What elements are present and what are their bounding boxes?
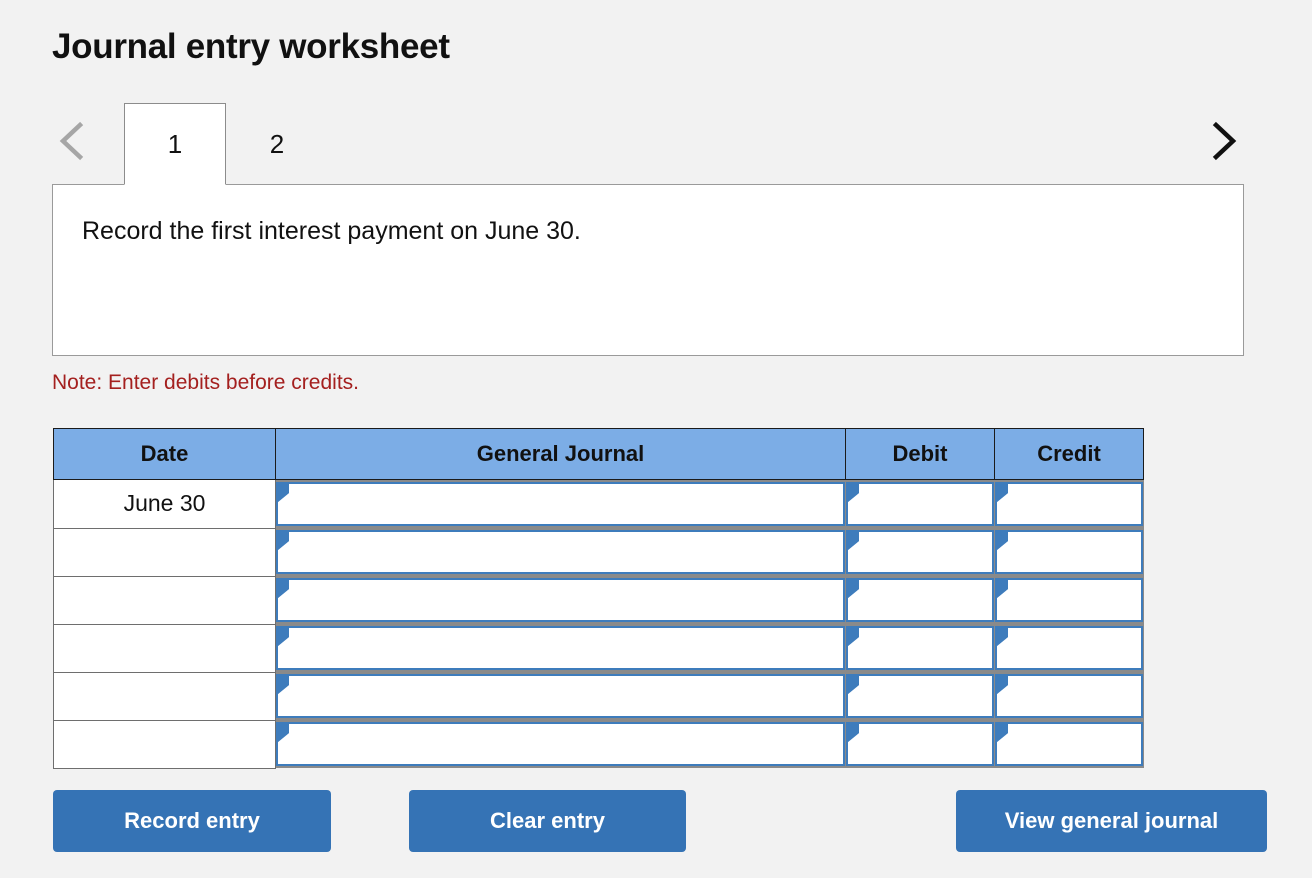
date-cell-row-3[interactable]: [53, 576, 276, 625]
table-row: June 30: [53, 479, 1144, 529]
cell-arrow-icon: [996, 484, 1008, 502]
cell-arrow-icon: [996, 676, 1008, 694]
column-header-credit: Credit: [994, 428, 1144, 480]
cell-arrow-icon: [278, 484, 289, 502]
cell-arrow-icon: [996, 724, 1008, 742]
table-row: [53, 528, 1144, 577]
credit-cell-row-5[interactable]: [994, 672, 1144, 720]
cell-arrow-icon: [996, 628, 1008, 646]
journal-entry-worksheet-page: Journal entry worksheet 1 2 Record the f…: [0, 0, 1312, 878]
cell-arrow-icon: [996, 580, 1008, 598]
credit-input-row-2[interactable]: [994, 530, 1143, 574]
cell-arrow-icon: [847, 484, 859, 502]
debit-cell-row-3[interactable]: [845, 576, 995, 624]
chevron-left-icon: [55, 119, 89, 163]
cell-arrow-icon: [278, 580, 289, 598]
cell-arrow-icon: [278, 724, 289, 742]
general-journal-cell-row-1[interactable]: [275, 479, 846, 528]
table-row: [53, 624, 1144, 673]
tab-entry-2-label: 2: [269, 128, 285, 159]
table-row: [53, 672, 1144, 721]
debit-input-row-5[interactable]: [845, 674, 994, 718]
tab-entry-1[interactable]: 1: [124, 103, 226, 185]
general-journal-input-row-6[interactable]: [276, 722, 845, 766]
credit-input-row-3[interactable]: [994, 578, 1143, 622]
column-header-general-journal: General Journal: [275, 428, 846, 480]
date-cell-row-5[interactable]: [53, 672, 276, 721]
general-journal-input-row-4[interactable]: [276, 626, 845, 670]
journal-table-header-row: Date General Journal Debit Credit: [53, 428, 1144, 480]
general-journal-cell-row-5[interactable]: [275, 672, 846, 720]
credit-cell-row-3[interactable]: [994, 576, 1144, 624]
cell-arrow-icon: [278, 628, 289, 646]
date-cell-row-2[interactable]: [53, 528, 276, 577]
debit-cell-row-2[interactable]: [845, 528, 995, 576]
credit-cell-row-6[interactable]: [994, 720, 1144, 768]
debit-input-row-1[interactable]: [845, 482, 994, 526]
credit-cell-row-1[interactable]: [994, 479, 1144, 528]
debits-before-credits-note: Note: Enter debits before credits.: [52, 371, 359, 394]
general-journal-cell-row-6[interactable]: [275, 720, 846, 768]
cell-arrow-icon: [847, 580, 859, 598]
cell-arrow-icon: [278, 676, 289, 694]
debit-input-row-2[interactable]: [845, 530, 994, 574]
credit-input-row-4[interactable]: [994, 626, 1143, 670]
debit-input-row-3[interactable]: [845, 578, 994, 622]
general-journal-cell-row-2[interactable]: [275, 528, 846, 576]
general-journal-cell-row-3[interactable]: [275, 576, 846, 624]
general-journal-input-row-2[interactable]: [276, 530, 845, 574]
page-title: Journal entry worksheet: [52, 27, 450, 66]
debit-input-row-6[interactable]: [845, 722, 994, 766]
credit-input-row-1[interactable]: [994, 482, 1143, 526]
general-journal-input-row-5[interactable]: [276, 674, 845, 718]
debit-input-row-4[interactable]: [845, 626, 994, 670]
cell-arrow-icon: [847, 628, 859, 646]
date-cell-row-4[interactable]: [53, 624, 276, 673]
credit-cell-row-4[interactable]: [994, 624, 1144, 672]
journal-entry-table: Date General Journal Debit Credit June 3…: [53, 428, 1144, 769]
column-header-date: Date: [53, 428, 276, 480]
chevron-right-icon: [1207, 119, 1241, 163]
record-entry-button[interactable]: Record entry: [53, 790, 331, 852]
next-entry-button[interactable]: [1204, 117, 1244, 165]
column-header-debit: Debit: [845, 428, 995, 480]
prev-entry-button[interactable]: [52, 117, 92, 165]
credit-input-row-6[interactable]: [994, 722, 1143, 766]
table-row: [53, 576, 1144, 625]
table-row: [53, 720, 1144, 769]
entry-prompt-panel: Record the first interest payment on Jun…: [52, 184, 1244, 356]
general-journal-input-row-1[interactable]: [276, 482, 845, 526]
debit-cell-row-1[interactable]: [845, 479, 995, 528]
general-journal-cell-row-4[interactable]: [275, 624, 846, 672]
tab-entry-1-label: 1: [167, 128, 183, 159]
date-cell-row-1[interactable]: June 30: [53, 479, 276, 529]
clear-entry-button[interactable]: Clear entry: [409, 790, 686, 852]
view-general-journal-button[interactable]: View general journal: [956, 790, 1267, 852]
cell-arrow-icon: [847, 532, 859, 550]
worksheet-tab-strip: 1 2: [52, 103, 1244, 185]
credit-input-row-5[interactable]: [994, 674, 1143, 718]
debit-cell-row-4[interactable]: [845, 624, 995, 672]
cell-arrow-icon: [278, 532, 289, 550]
debit-cell-row-5[interactable]: [845, 672, 995, 720]
credit-cell-row-2[interactable]: [994, 528, 1144, 576]
date-cell-row-6[interactable]: [53, 720, 276, 769]
cell-arrow-icon: [847, 724, 859, 742]
tab-entry-2[interactable]: 2: [226, 103, 328, 185]
cell-arrow-icon: [996, 532, 1008, 550]
debit-cell-row-6[interactable]: [845, 720, 995, 768]
cell-arrow-icon: [847, 676, 859, 694]
general-journal-input-row-3[interactable]: [276, 578, 845, 622]
entry-prompt-text: Record the first interest payment on Jun…: [82, 217, 581, 245]
